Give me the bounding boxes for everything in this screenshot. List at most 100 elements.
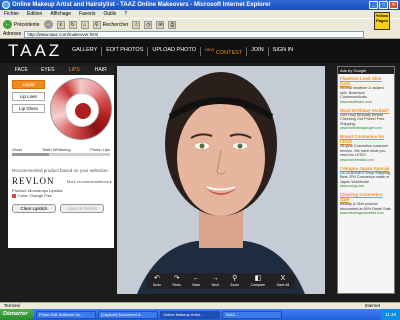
back-photo-button[interactable]: ← Back <box>192 275 200 287</box>
ad-title[interactable]: Clearing Cosmetics Sale <box>340 192 392 202</box>
undo-button[interactable]: ↶ Undo <box>153 275 161 287</box>
mail-icon[interactable]: ✉ <box>156 20 165 29</box>
taskbar-item[interactable]: Photo Edit Software for... <box>36 310 96 319</box>
back-photo-label: Back <box>192 283 201 287</box>
zoom-label: Zoom <box>230 283 240 287</box>
nav-join[interactable]: JOIN <box>247 47 269 56</box>
ad-text: OCOLAGNES Shop Shipping Best JPN Cosmeti… <box>340 170 390 184</box>
search-icon: ⚲ <box>92 20 101 29</box>
photo-toolbar: ↶ Undo ↷ Redo ← Back → Next ⚲ Zoom ◧ Compare X… <box>147 273 295 289</box>
ad-url[interactable]: www.clearingcosmetics.com <box>340 211 392 215</box>
toolbar-brand-badge: Yellow Pages <box>374 12 390 30</box>
ad-title[interactable]: Brand Cosmetics for LESS <box>340 134 392 144</box>
ad-text: Don't buy Birthday Before Checking Out P… <box>340 112 385 126</box>
next-button[interactable]: → Next <box>212 275 219 287</box>
browser-toolbar: ← Précédente → x ↻ ⌂ ⚲ Rechercher ☆ ◷ ✉ … <box>0 18 400 30</box>
home-icon[interactable]: ⌂ <box>80 20 89 29</box>
back-button[interactable]: ← Précédente <box>3 20 40 29</box>
nav-upload-photo[interactable]: UPLOAD PHOTO <box>148 47 201 56</box>
taskbar: Démarrer Photo Edit Software for... [Cap… <box>0 309 400 320</box>
lips-options: Liquid Lip Liner Lip Gloss <box>8 75 114 147</box>
save-all-button[interactable]: X Save All <box>277 275 290 287</box>
window-title: Online Makeup Artist and Hairstylist - T… <box>12 2 271 8</box>
tab-hair[interactable]: HAIR <box>88 66 115 75</box>
status-bar: Terminé Internet <box>0 302 400 309</box>
nav-edit-photos[interactable]: EDIT PHOTOS <box>102 47 149 56</box>
lip-sliders: Gloss Teeth Whitening Plump Lips <box>8 147 114 163</box>
lip-liner-button[interactable]: Lip Liner <box>12 92 45 101</box>
start-button[interactable]: Démarrer <box>0 309 34 320</box>
nav-sign-in[interactable]: SIGN IN <box>269 47 297 56</box>
address-label: Adresse <box>3 31 22 37</box>
zoom-icon: ⚲ <box>232 275 238 282</box>
liquid-button[interactable]: Liquid <box>12 80 45 89</box>
nav-gallery[interactable]: GALLERY <box>68 47 103 56</box>
search-button[interactable]: ⚲ Rechercher <box>92 20 129 29</box>
ad-item[interactable]: Want Birthday Verdad? Don't buy Birthday… <box>338 106 394 133</box>
zoom-button[interactable]: ⚲ Zoom <box>230 275 239 287</box>
ad-url[interactable]: www.bonnesclub.com <box>340 158 392 162</box>
forward-button[interactable]: → <box>43 20 53 29</box>
redo-label: Redo <box>172 283 181 287</box>
lip-slider-track[interactable] <box>12 153 110 156</box>
color-line: Color: Orange Fizz <box>18 193 52 198</box>
ad-title[interactable]: Cologne Japan Special <box>340 166 392 171</box>
next-icon: → <box>211 275 219 282</box>
window-titlebar: Online Makeup Artist and Hairstylist - T… <box>0 0 400 10</box>
ad-item[interactable]: Flawless Look Skin Care Reveal healthier… <box>338 74 394 106</box>
ad-url[interactable]: www.thebirthdaybuyer.com <box>340 126 392 130</box>
minimize-button[interactable]: _ <box>369 1 378 9</box>
maximize-button[interactable]: □ <box>379 1 388 9</box>
refresh-icon[interactable]: ↻ <box>68 20 77 29</box>
taskbar-item[interactable]: [Capture] Document d... <box>98 310 158 319</box>
history-icon[interactable]: ◷ <box>144 20 153 29</box>
search-label: Rechercher <box>102 21 129 28</box>
ad-text: Reveal healthier & radiant skin. Botanic… <box>340 86 384 99</box>
address-bar: Adresse http://www.taaz.com/makeover.htm… <box>0 30 400 39</box>
stop-icon[interactable]: x <box>56 20 65 29</box>
print-icon[interactable]: ⎙ <box>168 20 177 29</box>
taskbar-item[interactable]: TAAZ... <box>222 310 282 319</box>
address-input[interactable]: http://www.taaz.com/makeover.html <box>24 30 365 38</box>
tab-lips[interactable]: LIPS <box>61 66 88 75</box>
menu-view[interactable]: Affichage <box>50 10 71 18</box>
ad-url[interactable]: www.healthskin.com <box>340 100 392 104</box>
compare-button[interactable]: ◧ Compare <box>251 275 265 287</box>
ad-url[interactable]: www.colog.com <box>340 184 392 188</box>
lip-slider-fill <box>12 153 50 156</box>
more-recommendations-link[interactable]: More recommendations ▸ <box>67 179 112 184</box>
face-illustration <box>117 66 325 294</box>
tab-face[interactable]: FACE <box>8 66 35 75</box>
ad-item[interactable]: Brand Cosmetics for LESS 25-year Cosmeti… <box>338 132 394 164</box>
ad-item[interactable]: Cologne Japan Special OCOLAGNES Shop Shi… <box>338 164 394 191</box>
undo-icon: ↶ <box>153 275 160 282</box>
save-all-icon: X <box>280 275 286 282</box>
clear-lipstick-button[interactable]: Clear Lipstick <box>12 204 56 213</box>
menu-help[interactable]: ? <box>124 10 127 18</box>
face-photo[interactable]: ↶ Undo ↷ Redo ← Back → Next ⚲ Zoom ◧ Compare X… <box>117 66 325 294</box>
menu-edit[interactable]: Edition <box>27 10 42 18</box>
site-nav: GALLERY EDIT PHOTOS UPLOAD PHOTO NEW CON… <box>68 47 297 56</box>
ad-title[interactable]: Flawless Look Skin Care <box>340 76 392 86</box>
taaz-logo[interactable]: TAAZ <box>8 41 62 61</box>
next-label: Next <box>211 283 219 287</box>
nav-contest[interactable]: NEW CONTEST <box>201 47 248 56</box>
taskbar-item[interactable]: Online Makeup Artist... <box>160 310 220 319</box>
taskbar-clock: 11:49 <box>381 309 400 320</box>
menu-file[interactable]: Fichier <box>4 10 19 18</box>
close-button[interactable]: × <box>389 1 398 9</box>
menu-tools[interactable]: Outils <box>103 10 116 18</box>
tab-eyes[interactable]: EYES <box>35 66 62 75</box>
lip-gloss-button[interactable]: Lip Gloss <box>12 104 45 113</box>
menu-favorites[interactable]: Favoris <box>79 10 95 18</box>
selected-color-swatch <box>75 103 91 119</box>
favorites-icon[interactable]: ☆ <box>132 20 141 29</box>
recommended-text: Recommended product based on your select… <box>12 168 109 173</box>
redo-button[interactable]: ↷ Redo <box>173 275 181 287</box>
back-icon: ← <box>192 275 200 282</box>
lip-color-wheel[interactable] <box>50 78 112 140</box>
lipstick-details-button[interactable]: Lipstick Details <box>60 204 104 213</box>
save-all-label: Save All <box>276 283 290 287</box>
ad-title[interactable]: Want Birthday Verdad? <box>340 108 392 113</box>
ad-item[interactable]: Clearing Cosmetics Sale Beauty & Skin pr… <box>338 190 394 217</box>
